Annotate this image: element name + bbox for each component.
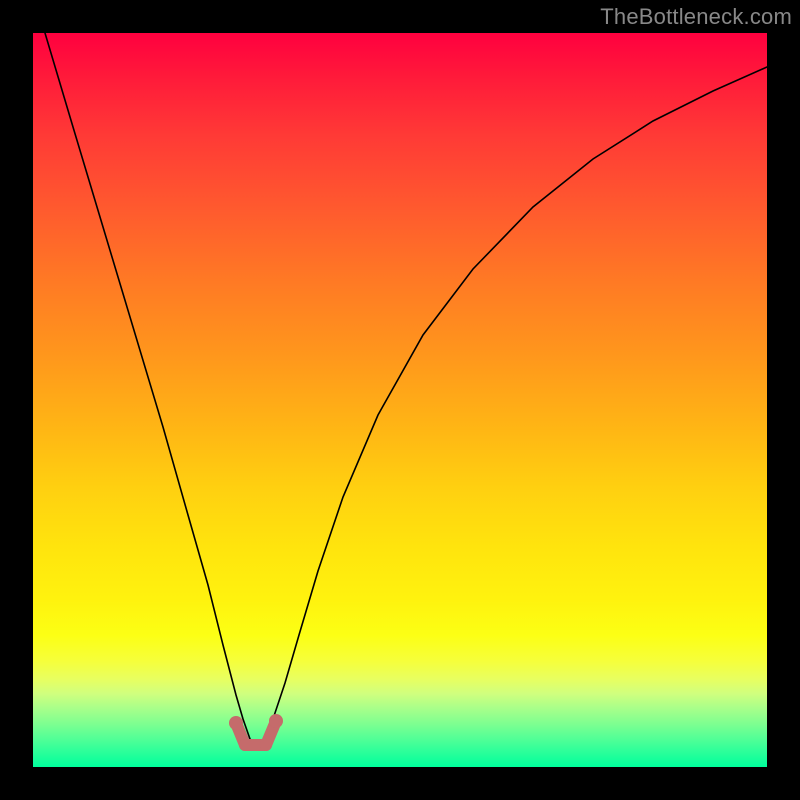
marker-dot — [269, 714, 283, 728]
minimum-marker — [229, 714, 283, 745]
watermark-text: TheBottleneck.com — [600, 4, 792, 30]
marker-dot — [229, 716, 243, 730]
bottleneck-curve — [45, 33, 767, 747]
chart-svg — [33, 33, 767, 767]
plot-area — [33, 33, 767, 767]
chart-frame: TheBottleneck.com — [0, 0, 800, 800]
